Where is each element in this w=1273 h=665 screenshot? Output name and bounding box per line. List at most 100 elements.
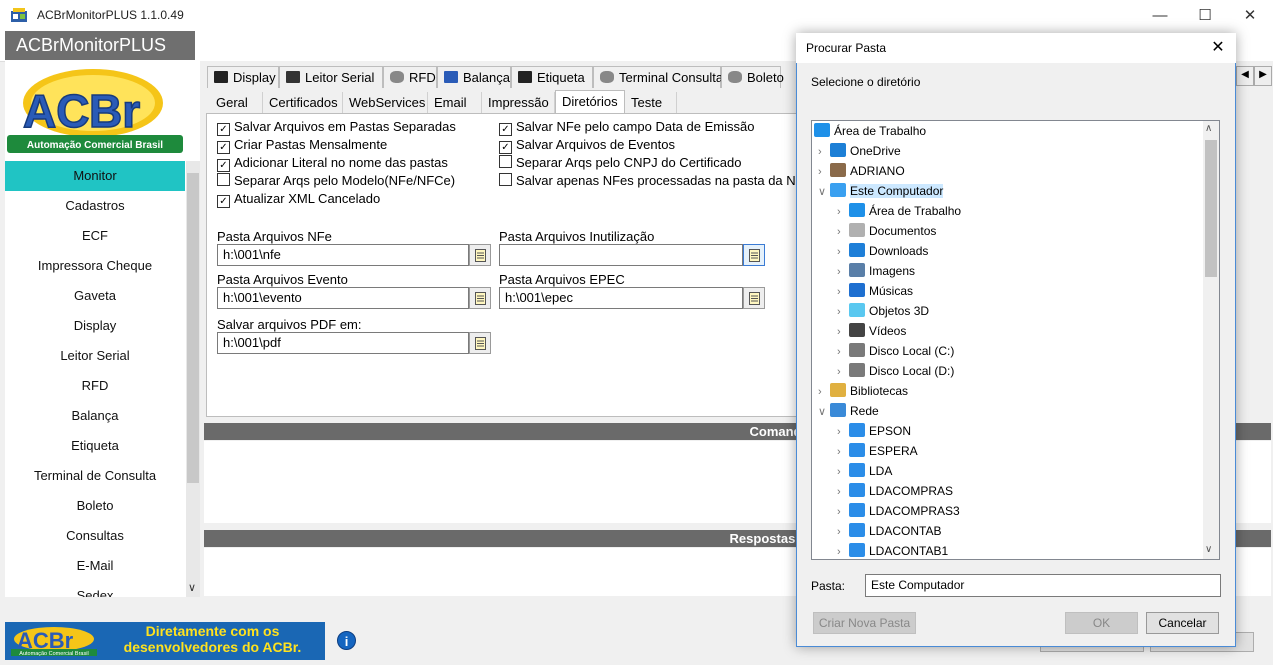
- tree-scroll-up-icon[interactable]: ∧: [1205, 123, 1212, 134]
- browse-nfe-button[interactable]: [469, 244, 491, 266]
- sidebar-item-display[interactable]: Display: [5, 311, 185, 341]
- tree-node[interactable]: › Disco Local (D:): [837, 361, 954, 381]
- tree-node[interactable]: › Disco Local (C:): [837, 341, 954, 361]
- tree-node[interactable]: › Documentos: [837, 221, 936, 241]
- tree-node[interactable]: › Imagens: [837, 261, 915, 281]
- tree-node[interactable]: › LDACOMPRAS: [837, 481, 953, 501]
- tree-node[interactable]: › Downloads: [837, 241, 928, 261]
- checkbox-right-0[interactable]: ✓ Salvar NFe pelo campo Data de Emissão: [499, 119, 754, 136]
- sidebar-item-impressora-cheque[interactable]: Impressora Cheque: [5, 251, 185, 281]
- chevron-right-icon[interactable]: ›: [818, 162, 830, 182]
- tab-scroll-left-icon[interactable]: ◀: [1236, 66, 1254, 86]
- tree-node[interactable]: ∨ Este Computador: [818, 181, 944, 202]
- dialog-ok-button[interactable]: OK: [1065, 612, 1138, 634]
- chevron-right-icon[interactable]: ›: [837, 242, 849, 262]
- checkbox-left-0[interactable]: ✓ Salvar Arquivos em Pastas Separadas: [217, 119, 456, 136]
- checkbox-right-3[interactable]: Salvar apenas NFes processadas na pasta …: [499, 173, 804, 189]
- checkbox-left-3[interactable]: Separar Arqs pelo Modelo(NFe/NFCe): [217, 173, 455, 189]
- tree-node[interactable]: › ESPERA: [837, 441, 918, 461]
- checkbox-right-2[interactable]: Separar Arqs pelo CNPJ do Certificado: [499, 155, 741, 171]
- tree-node[interactable]: › LDACONTAB: [837, 521, 941, 541]
- tree-node[interactable]: › Área de Trabalho: [837, 201, 961, 221]
- unchecked-box-icon[interactable]: [217, 173, 230, 186]
- checked-box-icon[interactable]: ✓: [499, 141, 512, 154]
- checked-box-icon[interactable]: ✓: [499, 123, 512, 136]
- chevron-right-icon[interactable]: ›: [818, 382, 830, 402]
- tree-node[interactable]: › LDACOMPRAS3: [837, 501, 960, 521]
- chevron-right-icon[interactable]: ›: [818, 142, 830, 162]
- chevron-right-icon[interactable]: ›: [837, 422, 849, 442]
- chevron-right-icon[interactable]: ›: [837, 442, 849, 462]
- checkbox-right-1[interactable]: ✓ Salvar Arquivos de Eventos: [499, 137, 675, 154]
- checkbox-left-1[interactable]: ✓ Criar Pastas Mensalmente: [217, 137, 387, 154]
- sidebar-item-gaveta[interactable]: Gaveta: [5, 281, 185, 311]
- subtab-impress-o[interactable]: Impressão: [482, 92, 555, 113]
- unchecked-box-icon[interactable]: [499, 173, 512, 186]
- chevron-right-icon[interactable]: ›: [837, 502, 849, 522]
- sidebar-item-cadastros[interactable]: Cadastros: [5, 191, 185, 221]
- checked-box-icon[interactable]: ✓: [217, 141, 230, 154]
- sidebar-item-ecf[interactable]: ECF: [5, 221, 185, 251]
- dialog-close-icon[interactable]: ✕: [1206, 37, 1230, 59]
- comandos-list[interactable]: [204, 441, 800, 523]
- chevron-right-icon[interactable]: ›: [837, 542, 849, 559]
- checkbox-left-2[interactable]: ✓ Adicionar Literal no nome das pastas: [217, 155, 448, 172]
- tab-balan-a[interactable]: Balança: [437, 66, 511, 88]
- chevron-right-icon[interactable]: ›: [837, 322, 849, 342]
- browse-pdf-button[interactable]: [469, 332, 491, 354]
- subtab-certificados[interactable]: Certificados: [263, 92, 343, 113]
- checked-box-icon[interactable]: ✓: [217, 123, 230, 136]
- chevron-right-icon[interactable]: ›: [837, 342, 849, 362]
- tree-node[interactable]: ∨ Rede: [818, 401, 879, 421]
- subtab-teste[interactable]: Teste: [625, 92, 677, 113]
- subtab-diret-rios[interactable]: Diretórios: [555, 90, 625, 114]
- chevron-down-icon[interactable]: ∨: [818, 402, 830, 422]
- chevron-right-icon[interactable]: ›: [837, 262, 849, 282]
- chevron-right-icon[interactable]: ›: [837, 202, 849, 222]
- sidebar-item-sedex[interactable]: Sedex: [5, 581, 185, 597]
- tab-display[interactable]: Display: [207, 66, 279, 88]
- chevron-down-icon[interactable]: ∨: [818, 182, 830, 202]
- tab-etiqueta[interactable]: Etiqueta: [511, 66, 593, 88]
- browse-inutilizacao-button[interactable]: [743, 244, 765, 266]
- maximize-icon[interactable]: ☐: [1182, 0, 1228, 31]
- scroll-down-icon[interactable]: ∨: [188, 581, 196, 594]
- subtab-email[interactable]: Email: [428, 92, 482, 113]
- chevron-right-icon[interactable]: ›: [837, 482, 849, 502]
- tree-node[interactable]: › EPSON: [837, 421, 911, 441]
- tab-rfd[interactable]: RFD: [383, 66, 437, 88]
- tree-scroll-down-icon[interactable]: ∨: [1205, 544, 1212, 555]
- sidebar-item-consultas[interactable]: Consultas: [5, 521, 185, 551]
- subtab-geral[interactable]: Geral: [210, 92, 263, 113]
- browse-epec-button[interactable]: [743, 287, 765, 309]
- chevron-right-icon[interactable]: ›: [837, 462, 849, 482]
- tree-node[interactable]: › Músicas: [837, 281, 913, 301]
- subtab-webservices[interactable]: WebServices: [343, 92, 428, 113]
- sidebar-item-leitor-serial[interactable]: Leitor Serial: [5, 341, 185, 371]
- chevron-right-icon[interactable]: ›: [837, 222, 849, 242]
- tree-node[interactable]: › LDACONTAB1: [837, 541, 948, 559]
- tree-scroll-thumb[interactable]: [1205, 140, 1217, 277]
- sidebar-item-e-mail[interactable]: E-Mail: [5, 551, 185, 581]
- chevron-right-icon[interactable]: ›: [837, 302, 849, 322]
- tree-node[interactable]: › Objetos 3D: [837, 301, 929, 321]
- checked-box-icon[interactable]: ✓: [217, 159, 230, 172]
- inutilizacao-folder-input[interactable]: [499, 244, 743, 266]
- tab-terminal-consulta[interactable]: Terminal Consulta: [593, 66, 723, 88]
- folder-tree[interactable]: Área de Trabalho › OneDrive › ADRIANO ∨ Este C…: [811, 120, 1220, 560]
- sidebar-item-etiqueta[interactable]: Etiqueta: [5, 431, 185, 461]
- tree-node[interactable]: › Vídeos: [837, 321, 906, 341]
- respostas-list[interactable]: [204, 548, 800, 596]
- tab-leitor-serial[interactable]: Leitor Serial: [279, 66, 383, 88]
- sidebar-scroll-thumb[interactable]: [187, 173, 199, 483]
- evento-folder-input[interactable]: h:\001\evento: [217, 287, 469, 309]
- tree-node[interactable]: Área de Trabalho: [814, 121, 926, 141]
- dialog-cancel-button[interactable]: Cancelar: [1146, 612, 1219, 634]
- unchecked-box-icon[interactable]: [499, 155, 512, 168]
- new-folder-button[interactable]: Criar Nova Pasta: [813, 612, 916, 634]
- pdf-folder-input[interactable]: h:\001\pdf: [217, 332, 469, 354]
- chevron-right-icon[interactable]: ›: [837, 522, 849, 542]
- checkbox-left-4[interactable]: ✓ Atualizar XML Cancelado: [217, 191, 380, 208]
- tree-node[interactable]: › LDA: [837, 461, 892, 481]
- sidebar-item-monitor[interactable]: Monitor: [5, 161, 185, 191]
